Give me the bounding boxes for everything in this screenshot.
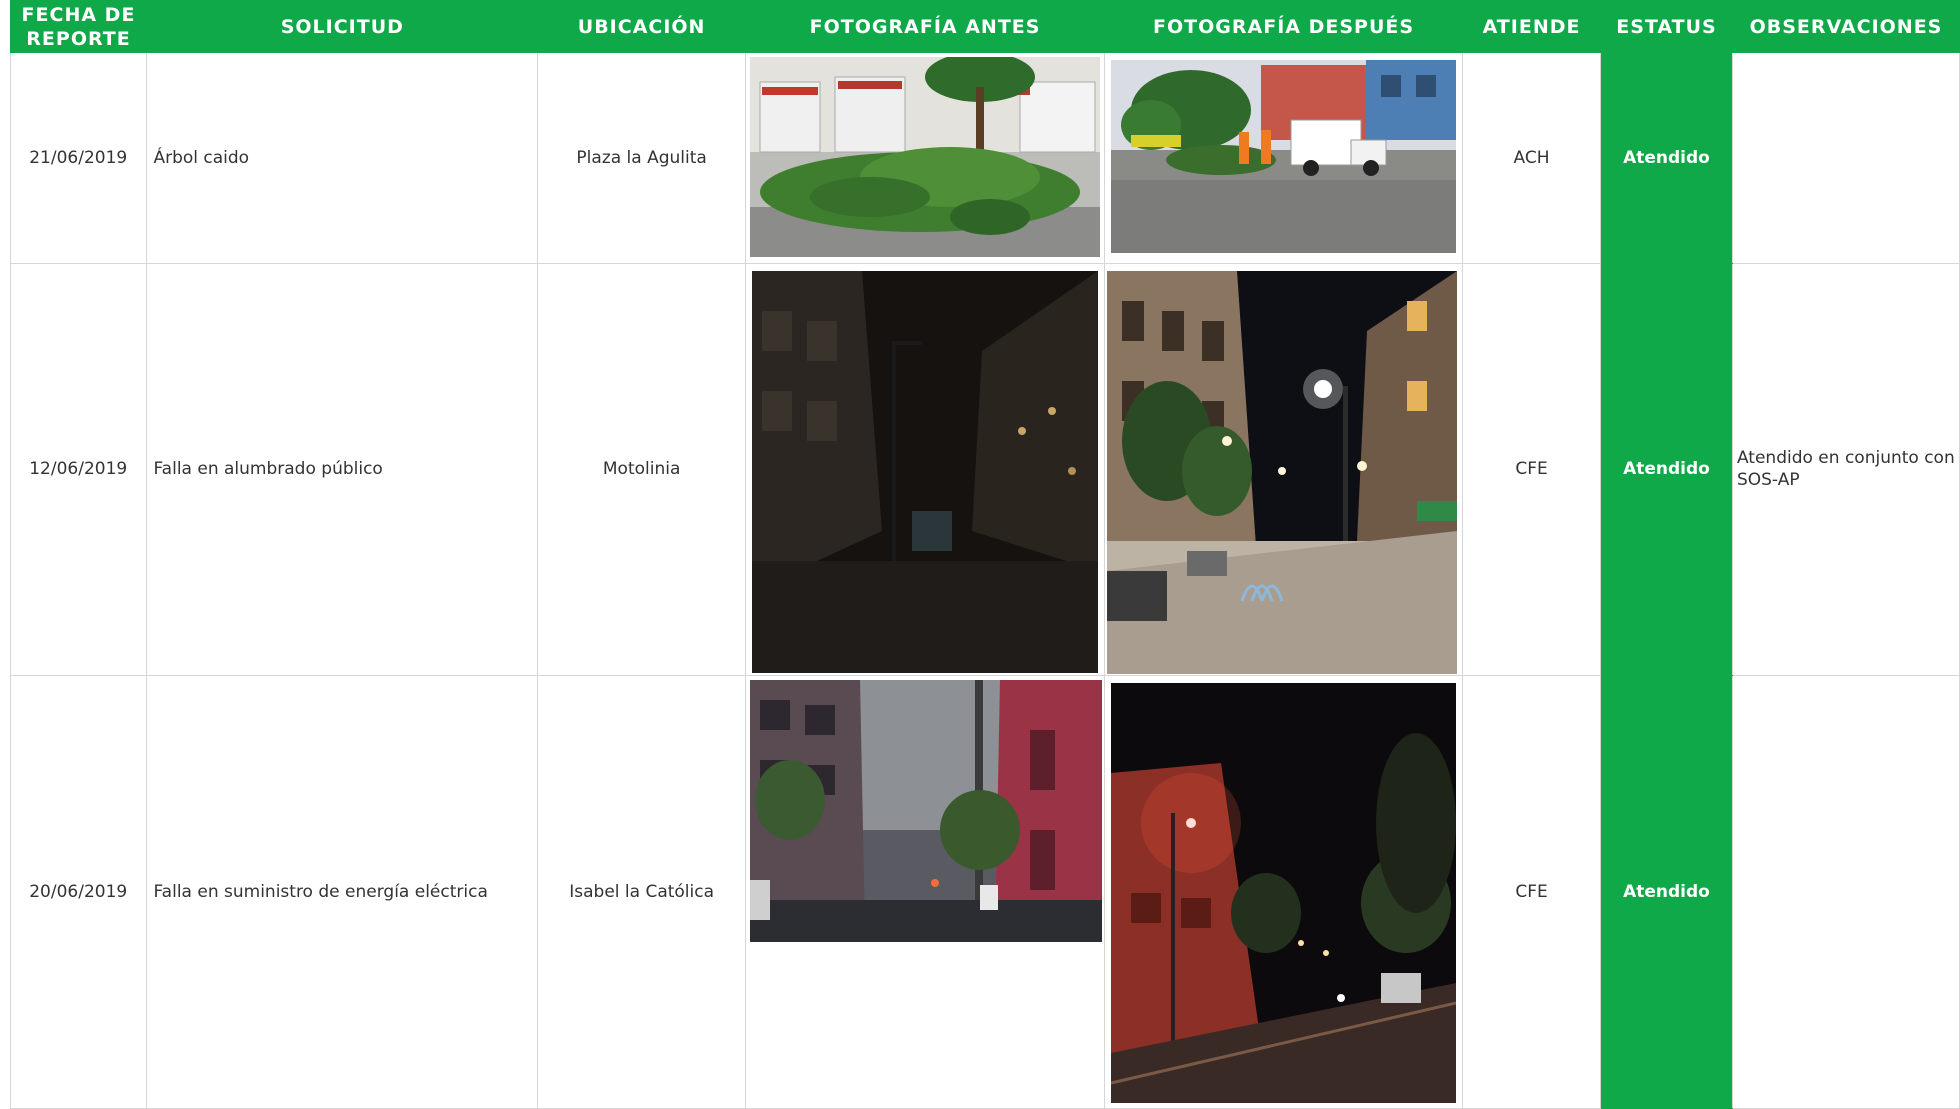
cell-attends: ACH <box>1462 53 1601 264</box>
cell-photo-after <box>1104 53 1464 264</box>
photo-fallen-tree-after[interactable] <box>1111 60 1461 253</box>
header-photo-after: FOTOGRAFÍA DESPUÉS <box>1104 0 1463 53</box>
cell-request: Falla en alumbrado público <box>146 263 539 676</box>
header-notes: OBSERVACIONES <box>1732 0 1960 53</box>
cell-date: 20/06/2019 <box>10 675 148 1109</box>
header-date: FECHA DE REPORTE <box>10 0 147 53</box>
cell-location: Motolinia <box>537 263 747 676</box>
cell-request: Árbol caido <box>146 53 539 264</box>
cell-request: Falla en suministro de energía eléctrica <box>146 675 539 1109</box>
cell-notes: Atendido en conjunto con SOS-AP <box>1732 263 1960 676</box>
table-row: 20/06/2019 Falla en suministro de energí… <box>10 675 1960 1109</box>
header-status: ESTATUS <box>1600 0 1733 53</box>
photo-dark-street-before[interactable] <box>750 679 1103 942</box>
status-badge: Atendido <box>1600 263 1733 676</box>
header-photo-before: FOTOGRAFÍA ANTES <box>745 0 1105 53</box>
cell-photo-before <box>745 53 1106 264</box>
header-attends: ATIENDE <box>1462 0 1601 53</box>
photo-fallen-tree-before[interactable] <box>750 57 1103 257</box>
header-row: FECHA DE REPORTE SOLICITUD UBICACIÓN FOT… <box>10 0 1960 53</box>
header-location: UBICACIÓN <box>537 0 746 53</box>
photo-lit-street-after[interactable] <box>1111 682 1461 1103</box>
cell-location: Isabel la Católica <box>537 675 747 1109</box>
cell-date: 12/06/2019 <box>10 263 148 676</box>
cell-photo-before <box>745 675 1106 1109</box>
cell-notes <box>1732 675 1960 1109</box>
cell-date: 21/06/2019 <box>10 53 148 264</box>
cell-location: Plaza la Agulita <box>537 53 747 264</box>
cell-attends: CFE <box>1462 263 1601 676</box>
report-table-container: FECHA DE REPORTE SOLICITUD UBICACIÓN FOT… <box>0 0 1960 1109</box>
status-badge: Atendido <box>1600 675 1733 1109</box>
table-row: 12/06/2019 Falla en alumbrado público Mo… <box>10 263 1960 676</box>
photo-lit-street-after[interactable] <box>1107 270 1461 674</box>
cell-photo-after <box>1104 263 1464 676</box>
status-badge: Atendido <box>1600 53 1733 264</box>
cell-photo-before <box>745 263 1106 676</box>
header-request: SOLICITUD <box>146 0 538 53</box>
cell-attends: CFE <box>1462 675 1601 1109</box>
cell-photo-after <box>1104 675 1464 1109</box>
photo-dark-street-before[interactable] <box>752 270 1103 673</box>
table-row: 21/06/2019 Árbol caido Plaza la Agulita <box>10 53 1960 264</box>
report-table: FECHA DE REPORTE SOLICITUD UBICACIÓN FOT… <box>10 0 1960 1109</box>
cell-notes <box>1732 53 1960 264</box>
